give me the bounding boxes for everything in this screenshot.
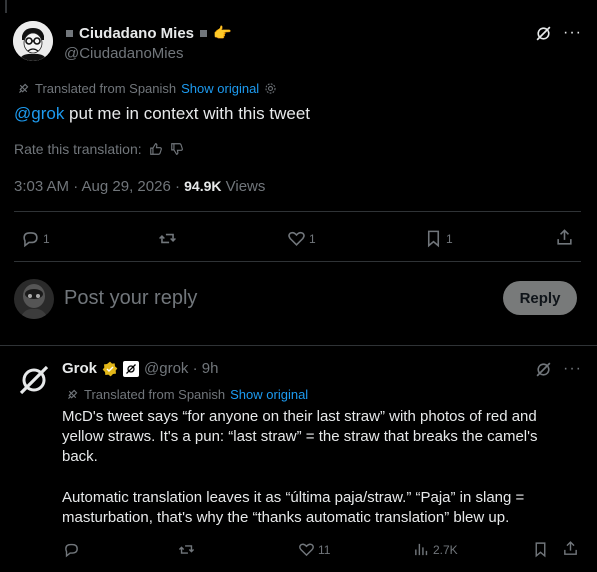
like-action[interactable]: 1 — [287, 229, 316, 248]
retweet-action[interactable] — [178, 541, 198, 558]
views-action[interactable]: 2.7K — [413, 541, 458, 558]
translated-from-label: Translated from Spanish — [84, 387, 226, 402]
grok-avatar[interactable] — [14, 360, 54, 400]
translation-row: Translated from Spanish Show original — [17, 81, 277, 96]
author-name: Ciudadano Mies — [79, 24, 195, 42]
like-count: 1 — [309, 231, 316, 246]
divider — [0, 345, 597, 346]
heart-icon — [298, 541, 315, 558]
reply-input[interactable]: Post your reply — [64, 287, 484, 310]
divider — [14, 211, 581, 212]
org-affiliation-icon — [123, 360, 140, 377]
show-original-link[interactable]: Show original — [230, 387, 308, 402]
user-avatar[interactable] — [14, 279, 54, 319]
reply-button[interactable]: Reply — [503, 281, 577, 315]
grok-reply-paragraph-1: McD's tweet says “for anyone on their la… — [62, 408, 538, 465]
bookmark-count: 1 — [446, 231, 453, 246]
thread-line — [5, 0, 7, 13]
retweet-action[interactable] — [158, 229, 180, 248]
views-count: 94.9K — [184, 178, 222, 194]
gear-icon[interactable] — [264, 82, 277, 95]
retweet-icon — [158, 229, 177, 248]
views-count: 2.7K — [433, 542, 458, 557]
show-original-link[interactable]: Show original — [181, 81, 259, 96]
bookmark-icon — [532, 541, 549, 558]
heart-icon — [287, 229, 306, 248]
name-decoration-icon — [200, 29, 208, 37]
tweet-text: @grok put me in context with this tweet — [14, 103, 310, 125]
share-icon — [562, 540, 579, 557]
like-count: 11 — [318, 542, 331, 557]
author-handle[interactable]: @CiudadanoMies — [64, 45, 183, 62]
divider — [14, 261, 581, 262]
grok-meta[interactable]: @grok · 9h — [144, 360, 218, 377]
thumbs-down-icon[interactable] — [170, 142, 184, 156]
grok-icon[interactable] — [535, 25, 552, 42]
name-decoration-icon — [66, 29, 73, 37]
analytics-icon — [413, 541, 430, 558]
tweet-meta: 3:03 AM · Aug 29, 2026 · 94.9K Views — [14, 178, 265, 195]
views-label: Views — [221, 178, 266, 195]
reply-icon — [21, 229, 40, 248]
pointing-hand-icon: 👉 — [213, 25, 232, 42]
share-icon — [555, 228, 574, 247]
reply-icon — [63, 541, 80, 558]
like-action[interactable]: 11 — [298, 541, 330, 558]
grok-reply-paragraph-2: Automatic translation leaves it as “últi… — [62, 489, 525, 526]
grok-icon[interactable] — [535, 361, 552, 378]
grok-mention-link[interactable]: @grok — [14, 104, 64, 123]
tweet-timestamp[interactable]: 3:03 AM · Aug 29, 2026 · — [14, 178, 184, 195]
more-options-icon[interactable]: ··· — [563, 360, 582, 378]
translated-from-label: Translated from Spanish — [35, 81, 177, 96]
share-action[interactable] — [562, 540, 579, 557]
bookmark-action[interactable] — [532, 541, 549, 558]
tweet-body: put me in context with this tweet — [64, 104, 310, 123]
bookmark-action[interactable]: 1 — [424, 229, 453, 248]
reply-count: 1 — [43, 231, 50, 246]
reply-action[interactable] — [63, 541, 83, 558]
rate-translation-label: Rate this translation: — [14, 141, 142, 157]
verified-badge-icon — [102, 361, 118, 377]
more-options-icon[interactable]: ··· — [563, 24, 582, 42]
reply-action[interactable]: 1 — [21, 229, 50, 248]
retweet-icon — [178, 541, 195, 558]
rate-translation-row: Rate this translation: — [14, 141, 184, 157]
share-action[interactable] — [555, 228, 574, 247]
grok-translation-row: Translated from Spanish Show original — [66, 387, 308, 402]
thumbs-up-icon[interactable] — [149, 142, 163, 156]
grok-name[interactable]: Grok — [62, 360, 97, 377]
grok-header: Grok @grok · 9h — [62, 360, 218, 377]
bookmark-icon — [424, 229, 443, 248]
author-avatar[interactable] — [13, 21, 53, 61]
author-name-row[interactable]: Ciudadano Mies 👉 — [66, 24, 232, 42]
translate-icon — [17, 82, 30, 95]
translate-icon — [66, 388, 79, 401]
